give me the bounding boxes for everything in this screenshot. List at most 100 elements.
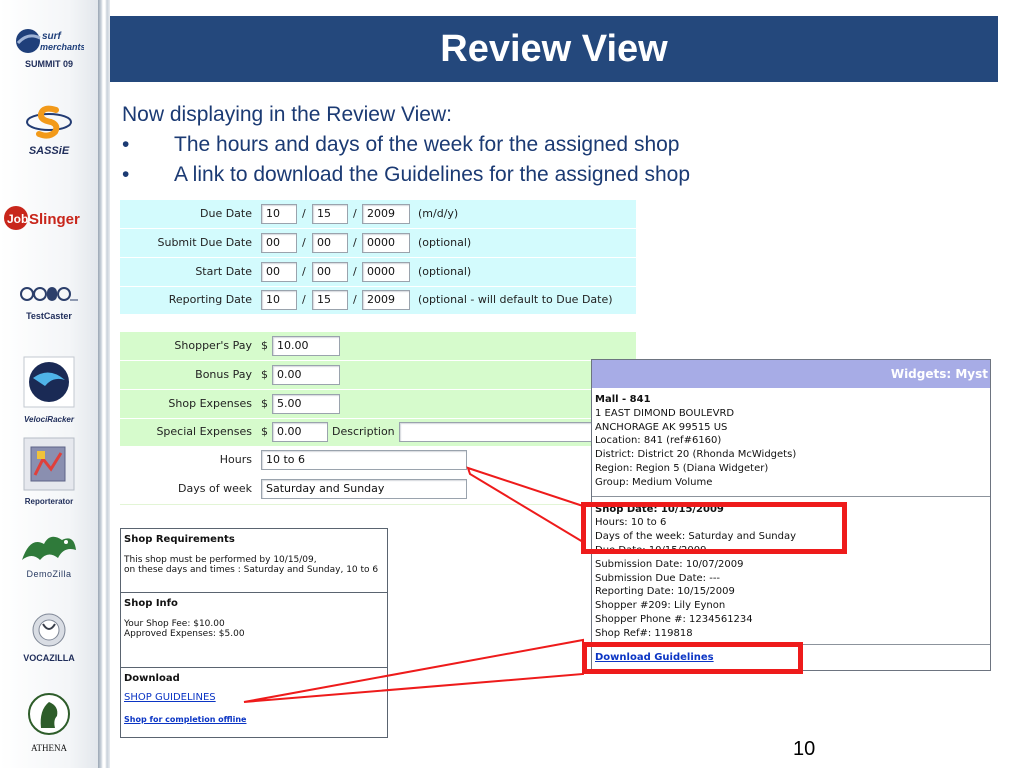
bullet-glyph: • [122,133,130,156]
due-date-year-input[interactable]: 2009 [362,204,410,224]
date-slash: / [302,236,306,249]
currency-symbol: $ [261,425,268,438]
sassie-caption: SASSiE [28,145,70,157]
submit-due-month-input[interactable]: 00 [261,233,297,253]
schedule-form: Hours 10 to 6 Days of week Saturday and … [120,446,636,505]
location-ref: Location: 841 (ref#6160) [595,435,722,447]
days-of-week-row: Days of week Saturday and Sunday [120,475,636,503]
date-slash: / [353,236,357,249]
download-highlight-box [582,642,803,674]
date-slash: / [302,265,306,278]
date-slash: / [353,207,357,220]
bonus-pay-input[interactable]: 0.00 [272,365,340,385]
date-slash: / [302,207,306,220]
address-line: ANCHORAGE AK 99515 US [595,421,728,433]
reporterator-logo: Reporterator [0,437,98,506]
slide-title: Review View [110,16,998,82]
vocazilla-caption: VOCAZILLA [23,653,75,663]
intro-lead: Now displaying in the Review View: [122,103,452,126]
intro-text: Now displaying in the Review View: • The … [122,100,690,190]
shop-guidelines-link[interactable]: SHOP GUIDELINES [124,692,384,703]
date-slash: / [302,293,306,306]
shop-info-section: Shop Info Your Shop Fee: $10.00 Approved… [121,593,387,668]
due-date-month-input[interactable]: 10 [261,204,297,224]
surf-merchants-icon: surf merchants [16,29,86,53]
days-of-week-label: Days of week [178,482,252,495]
testcaster-caption: TestCaster [26,311,72,321]
shoppers-pay-label: Shopper's Pay [174,339,252,352]
hours-input[interactable]: 10 to 6 [261,450,467,470]
start-date-note: (optional) [418,265,472,278]
intro-bullet: • The hours and days of the week for the … [122,130,690,160]
days-of-week-input[interactable]: Saturday and Sunday [261,479,467,499]
reporting-year-input[interactable]: 2009 [362,290,410,310]
region-text: Region: Region 5 (Diana Widgeter) [595,462,769,474]
bullet-text: The hours and days of the week for the a… [174,133,680,156]
currency-symbol: $ [261,397,268,410]
start-day-input[interactable]: 00 [312,262,348,282]
dates-form: Due Date 10 / 15 / 2009 (m/d/y) Submit D… [120,200,636,314]
reporting-date-row: Reporting Date 10 / 15 / 2009 (optional … [120,286,636,314]
submit-due-year-input[interactable]: 0000 [362,233,410,253]
start-date-label: Start Date [195,265,252,278]
submit-due-date-label: Submit Due Date [157,236,252,249]
vocazilla-logo: VOCAZILLA [0,612,98,663]
sidebar: surf merchants SUMMIT 09 SASSiE Job Slin… [0,0,98,768]
vocazilla-icon [32,613,66,647]
svg-text:merchants: merchants [40,42,84,52]
athena-caption: ATHENA [31,743,67,753]
group-text: Group: Medium Volume [595,476,713,488]
surf-merchants-logo: surf merchants SUMMIT 09 [0,26,98,69]
hours-days-highlight-box [581,502,847,554]
intro-bullet: • A link to download the Guidelines for t… [122,160,690,190]
shop-expenses-label: Shop Expenses [168,397,252,410]
shop-expenses-row: Shop Expenses $ 5.00 [120,390,636,418]
hours-label: Hours [219,453,252,466]
bullet-text: A link to download the Guidelines for th… [174,163,691,186]
shopper-phone-text: Shopper Phone #: 1234561234 [595,613,753,625]
shoppers-pay-input[interactable]: 10.00 [272,336,340,356]
reporting-day-input[interactable]: 15 [312,290,348,310]
shop-info-title: Shop Info [124,598,178,609]
shop-fee-text: Your Shop Fee: $10.00 [124,619,225,629]
bonus-pay-label: Bonus Pay [195,368,252,381]
shop-requirements-line: This shop must be performed by 10/15/09, [124,555,317,565]
widgets-panel-title: Widgets: Myst [592,360,990,388]
address-line: 1 EAST DIMOND BOULEVRD [595,407,735,419]
bullet-glyph: • [122,163,130,186]
location-name: Mall - 841 [595,394,651,405]
start-year-input[interactable]: 0000 [362,262,410,282]
shop-expenses-input[interactable]: 5.00 [272,394,340,414]
start-month-input[interactable]: 00 [261,262,297,282]
reporting-date-text: Reporting Date: 10/15/2009 [595,586,735,598]
approved-expenses-text: Approved Expenses: $5.00 [124,629,245,639]
testcaster-icon [20,287,78,301]
athena-logo: ATHENA [0,690,98,753]
shop-offline-link[interactable]: Shop for completion offline [124,715,384,724]
date-slash: / [353,293,357,306]
due-date-note: (m/d/y) [418,207,459,220]
shoppers-pay-row: Shopper's Pay $ 10.00 [120,332,636,360]
shopper-text: Shopper #209: Lily Eynon [595,600,726,612]
submission-date-text: Submission Date: 10/07/2009 [595,558,744,570]
shop-requirements-line: on these days and times : Saturday and S… [124,565,379,575]
submit-due-day-input[interactable]: 00 [312,233,348,253]
reporting-month-input[interactable]: 10 [261,290,297,310]
jobslinger-icon: Job Slinger [4,206,80,230]
jobslinger-logo: Job Slinger [0,204,98,237]
svg-text:surf: surf [42,31,63,42]
velociracker-caption: VelociRacker [24,415,74,424]
demozilla-caption: DemoZilla [26,569,72,579]
due-date-day-input[interactable]: 15 [312,204,348,224]
download-section: Download SHOP GUIDELINES Shop for comple… [121,668,387,727]
special-expenses-label: Special Expenses [156,425,252,438]
special-expenses-input[interactable]: 0.00 [272,422,328,442]
due-date-label: Due Date [200,207,252,220]
reporting-date-label: Reporting Date [168,293,252,306]
download-title: Download [124,673,180,684]
page-number: 10 [793,738,816,760]
reporting-date-note: (optional - will default to Due Date) [418,293,613,306]
due-date-row: Due Date 10 / 15 / 2009 (m/d/y) [120,200,636,228]
district-text: District: District 20 (Rhonda McWidgets) [595,449,797,461]
description-label: Description [332,425,395,438]
